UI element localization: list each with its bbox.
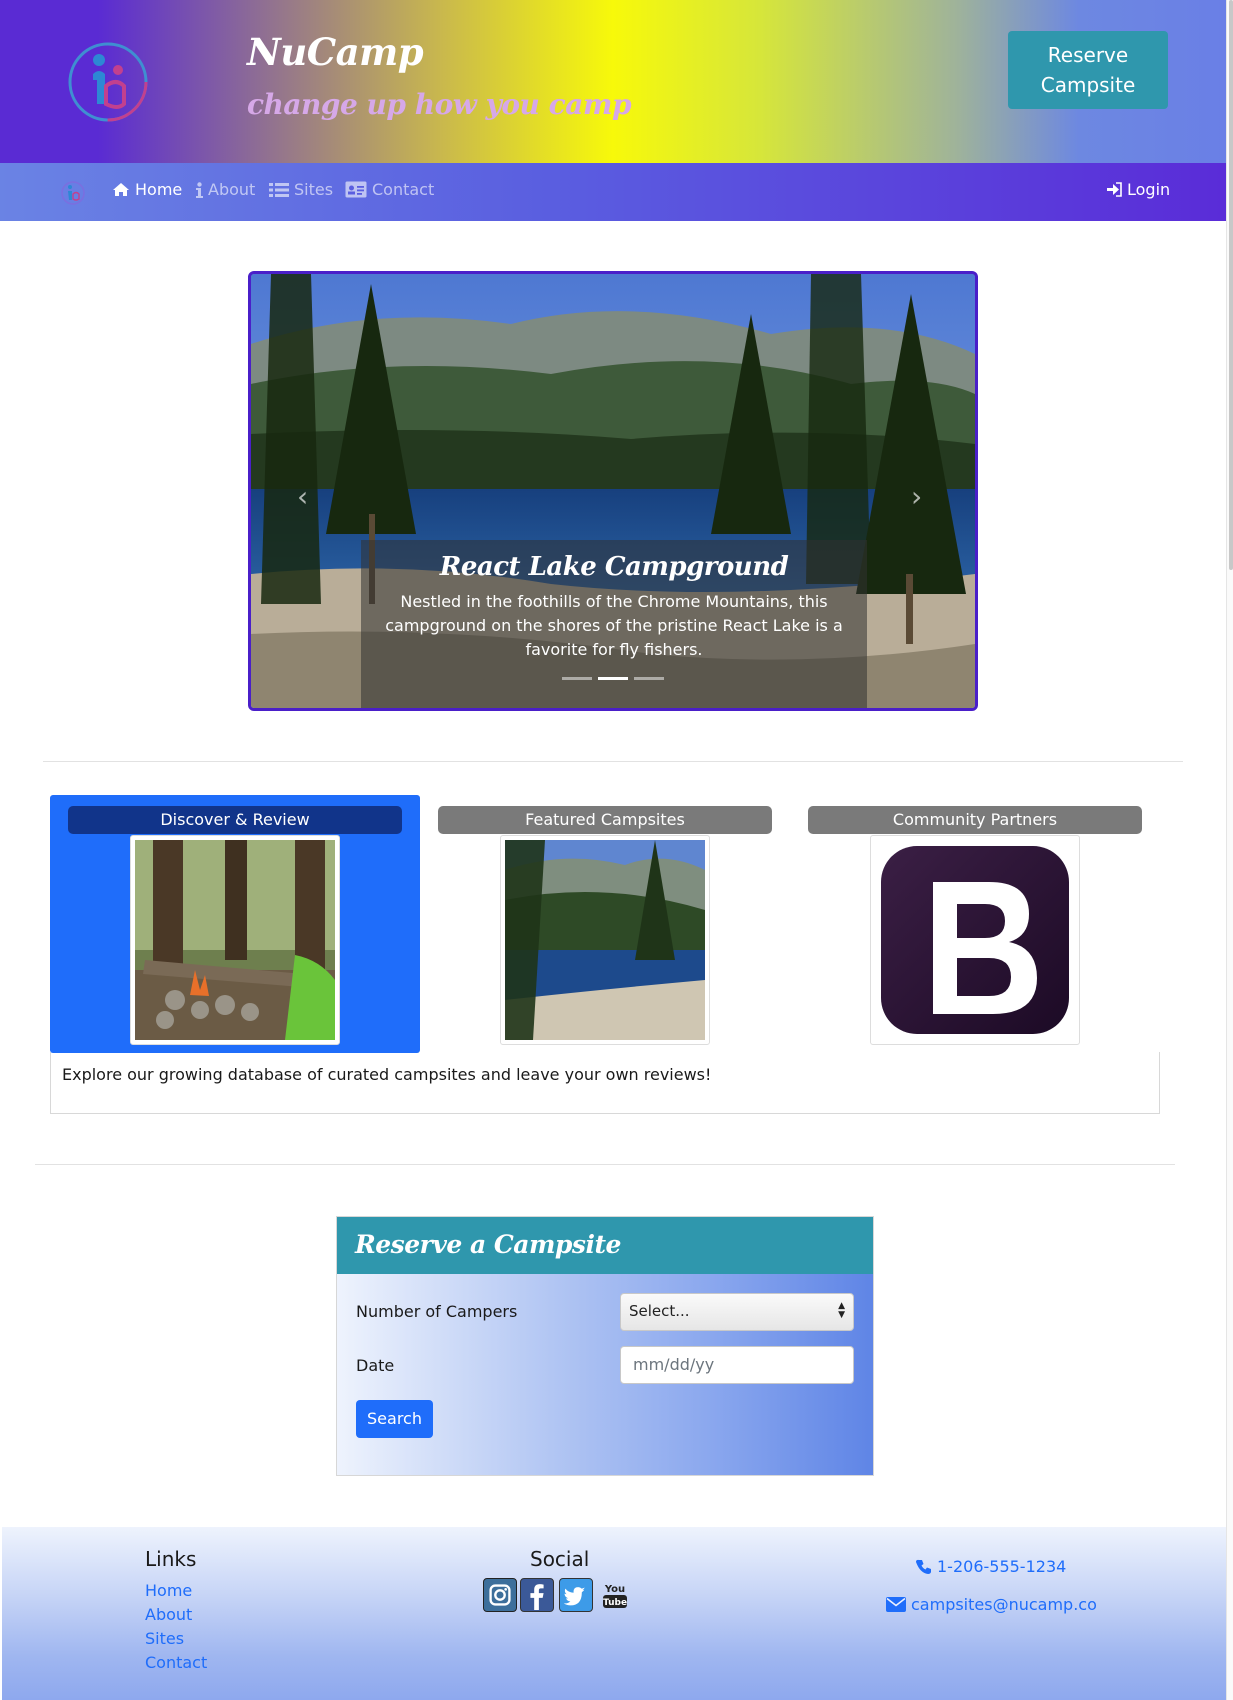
brand-title: NuCamp — [247, 30, 424, 74]
footer-phone[interactable]: 1-206-555-1234 — [916, 1557, 1066, 1576]
search-button[interactable]: Search — [356, 1400, 433, 1438]
footer-link-home[interactable]: Home — [145, 1581, 192, 1600]
tab-content: Explore our growing database of curated … — [50, 1052, 1160, 1114]
nav-label-about: About — [208, 180, 256, 199]
login-label: Login — [1127, 180, 1171, 199]
email-text: campsites@nucamp.co — [911, 1595, 1097, 1614]
footer-link-sites[interactable]: Sites — [145, 1629, 184, 1648]
select-arrows-icon: ▲ ▼ — [838, 1301, 845, 1320]
reserve-campsite-button[interactable]: Reserve Campsite — [1008, 31, 1168, 109]
campers-label: Number of Campers — [356, 1302, 518, 1321]
envelope-icon — [886, 1597, 906, 1612]
footer-links-heading: Links — [145, 1547, 197, 1571]
campfire-image — [135, 840, 335, 1040]
svg-text:You: You — [604, 1584, 625, 1595]
list-icon — [269, 182, 289, 197]
nav-item-about[interactable]: About — [195, 180, 255, 199]
featured-campsite-thumbnail[interactable] — [500, 835, 710, 1045]
carousel-indicator[interactable] — [634, 677, 664, 680]
carousel-prev-icon[interactable]: ‹ — [297, 480, 308, 513]
reserve-campsite-card: Reserve a Campsite Number of Campers Sel… — [336, 1216, 874, 1476]
lake-image — [505, 840, 705, 1040]
sign-in-icon — [1107, 182, 1122, 197]
carousel-indicator-active[interactable] — [598, 677, 628, 680]
bootstrap-logo — [881, 846, 1069, 1034]
divider — [43, 761, 1183, 762]
brand-subtitle: change up how you camp — [247, 88, 632, 121]
nav-label-home: Home — [135, 180, 183, 199]
nav-item-home[interactable]: Home — [112, 180, 182, 199]
svg-text:Tube: Tube — [603, 1598, 627, 1608]
carousel-indicators — [251, 677, 975, 680]
carousel-indicator[interactable] — [562, 677, 592, 680]
tab-content-text: Explore our growing database of curated … — [62, 1065, 712, 1084]
tab-discover-review[interactable]: Discover & Review — [68, 806, 402, 834]
carousel-text: Nestled in the foothills of the Chrome M… — [385, 592, 843, 659]
tab-featured-campsites[interactable]: Featured Campsites — [438, 806, 772, 834]
scrollbar-thumb[interactable] — [1229, 0, 1233, 570]
campers-select[interactable]: Select... ▲ ▼ — [620, 1293, 854, 1331]
nav-label-contact: Contact — [372, 180, 435, 199]
address-card-icon — [345, 181, 367, 198]
navbar-logo[interactable] — [60, 180, 86, 206]
facebook-icon[interactable] — [520, 1578, 554, 1612]
home-icon — [113, 183, 129, 196]
footer-email[interactable]: campsites@nucamp.co — [886, 1595, 1097, 1614]
nav-item-contact[interactable]: Contact — [345, 180, 434, 199]
campsite-carousel[interactable]: ‹ › React Lake Campground Nestled in the… — [248, 271, 978, 711]
tab-community-partners[interactable]: Community Partners — [808, 806, 1142, 834]
reserve-form-body: Number of Campers Select... ▲ ▼ Date mm/d… — [337, 1274, 873, 1475]
nav-label-sites: Sites — [294, 180, 334, 199]
youtube-icon[interactable]: You Tube — [598, 1578, 632, 1612]
date-input[interactable]: mm/dd/yy — [620, 1346, 854, 1384]
login-button[interactable]: Login — [1107, 180, 1170, 199]
footer-link-contact[interactable]: Contact — [145, 1653, 207, 1672]
carousel-next-icon[interactable]: › — [911, 480, 922, 513]
info-icon — [196, 181, 203, 198]
twitter-icon[interactable] — [559, 1578, 593, 1612]
instagram-icon[interactable] — [483, 1578, 517, 1612]
reserve-form-title: Reserve a Campsite — [337, 1217, 873, 1274]
phone-text: 1-206-555-1234 — [937, 1557, 1067, 1576]
jumbotron-header: NuCamp change up how you camp Reserve Ca… — [0, 0, 1226, 163]
divider — [35, 1164, 1175, 1165]
nav-item-sites[interactable]: Sites — [269, 180, 333, 199]
nucamp-logo — [68, 42, 148, 122]
footer-link-about[interactable]: About — [145, 1605, 192, 1624]
carousel-title: React Lake Campground — [439, 552, 789, 582]
footer-social-heading: Social — [530, 1547, 590, 1571]
phone-icon — [916, 1559, 931, 1574]
carousel-caption: React Lake Campground Nestled in the foo… — [361, 540, 867, 708]
campfire-thumbnail[interactable] — [130, 835, 340, 1045]
main-navbar: Home About Sites Contact Login — [0, 163, 1226, 221]
campers-select-value: Select... — [629, 1302, 690, 1320]
date-label: Date — [356, 1356, 395, 1375]
bootstrap-partner-thumbnail[interactable] — [870, 835, 1080, 1045]
